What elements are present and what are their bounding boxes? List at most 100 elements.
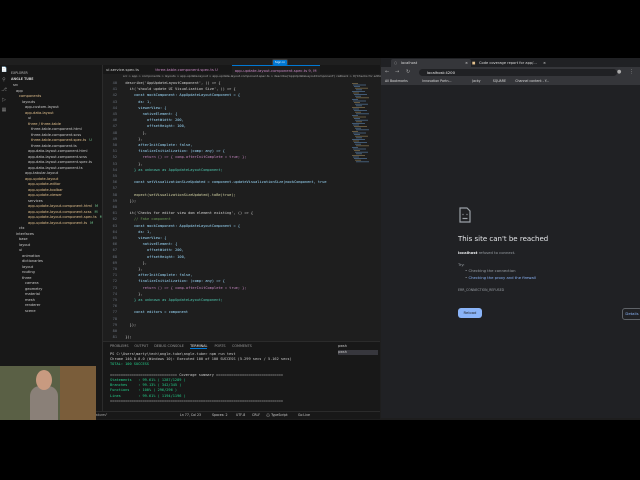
browser-tab[interactable]: ○ localhost × xyxy=(391,59,471,67)
panel-tab-terminal[interactable]: TERMINAL xyxy=(190,344,208,349)
code-line: offsetHeight: 100, xyxy=(121,254,186,259)
forward-arrow-icon[interactable]: → xyxy=(395,69,399,75)
line-number: 65 xyxy=(112,236,117,240)
minimap-line xyxy=(354,134,360,135)
line-number: 73 xyxy=(112,285,117,290)
code-line: viewerView: { xyxy=(121,105,167,110)
status-item[interactable]: {} TypeScript xyxy=(266,412,288,419)
status-item[interactable]: Ln 77, Col 23 xyxy=(180,412,201,419)
line-number: 64 xyxy=(112,229,117,234)
bookmark-item[interactable]: Jacky xyxy=(472,77,480,85)
reload-button[interactable]: Reload xyxy=(458,308,482,318)
code-editor[interactable]: 40 describe('AppUpdateLayoutComponent', … xyxy=(103,79,380,339)
editor-tab[interactable]: three-table.component.spec.ts U xyxy=(152,65,220,74)
line-number: 69 xyxy=(112,260,117,265)
tree-item-label: three-table.component.scss xyxy=(31,132,82,137)
webcam-shelf xyxy=(60,366,96,420)
workspace-header[interactable]: ANGLE TUBE xyxy=(11,77,33,83)
terminal-line: Functions : 100% ( 296/296 ) xyxy=(110,388,178,393)
minimap-line xyxy=(354,118,360,119)
sign-in-label: Sign in xyxy=(274,60,286,64)
code-line: return () => { comp.afterInitComplete = … xyxy=(121,285,247,290)
minimap-line xyxy=(354,102,360,103)
line-number: 81 xyxy=(112,335,117,339)
status-item[interactable]: Spaces: 2 xyxy=(212,412,228,419)
editor-tab-label: ui.service.spec.ts xyxy=(106,67,139,72)
browser-tab-strip: ○ localhost × ■ Code coverage report for app… xyxy=(381,58,640,67)
minimap-line xyxy=(355,151,368,153)
minimap-line xyxy=(352,123,365,124)
code-line: } as unknown as AppUpdateLayoutComponent… xyxy=(121,298,223,302)
details-button[interactable]: Details xyxy=(622,308,640,320)
webcam-person-head xyxy=(36,370,52,390)
line-number: 53 xyxy=(112,161,117,166)
minimap[interactable] xyxy=(350,79,378,334)
tree-item-label: app-update-layout.component.scss xyxy=(28,209,92,214)
minimap-line xyxy=(352,91,365,92)
code-line: expect(setVisualizationSizeUpdated).toBe… xyxy=(121,192,236,197)
tree-item-label: material xyxy=(25,292,40,296)
tree-item-label: dictionaries xyxy=(22,259,43,263)
tree-item-label: layout xyxy=(19,242,31,247)
bookmark-item[interactable]: All Bookmarks xyxy=(385,77,408,85)
minimap-line xyxy=(353,84,366,86)
status-item[interactable]: Go Live xyxy=(298,412,310,419)
terminal-list-item[interactable]: pwsh xyxy=(338,344,378,349)
tree-item[interactable]: scene xyxy=(25,309,36,315)
line-number: 72 xyxy=(112,279,117,284)
bookmark-item[interactable]: Channel content - Y... xyxy=(515,77,549,85)
tree-item[interactable]: app-update-layout.component.ts M xyxy=(28,221,93,227)
panel-tab-output[interactable]: OUTPUT xyxy=(134,344,148,348)
panel-tab-problems[interactable]: PROBLEMS xyxy=(110,344,129,348)
line-number: 61 xyxy=(112,211,117,216)
menu-icon[interactable]: ⋮ xyxy=(629,69,634,75)
explorer-icon[interactable]: 📄 xyxy=(1,67,7,73)
minimap-line xyxy=(353,132,366,134)
terminal-list-item[interactable]: pwsh xyxy=(338,350,378,355)
minimap-line xyxy=(355,135,368,137)
tree-item-label: interfaces xyxy=(16,231,34,236)
minimap-line xyxy=(352,99,358,100)
tree-item-label: three xyxy=(22,275,32,280)
browser-tab[interactable]: ■ Code coverage report for app/... × xyxy=(469,59,549,67)
minimap-line xyxy=(355,111,361,113)
line-number: 44 xyxy=(112,105,117,110)
tab-close-icon[interactable]: × xyxy=(465,59,468,67)
minimap-line xyxy=(356,137,362,139)
tab-close-icon[interactable]: × xyxy=(543,59,546,67)
status-item[interactable]: CRLF xyxy=(252,412,260,419)
code-line: const mockComponent: AppUpdateLayoutComp… xyxy=(121,93,240,98)
tree-item-badge: U xyxy=(89,138,92,142)
panel-tab-ports[interactable]: PORTS xyxy=(215,344,226,348)
search-icon[interactable]: ⚲ xyxy=(1,77,7,83)
code-line: it('Checks for editor view dom element e… xyxy=(121,211,253,216)
bookmark-item[interactable]: Innovation Partn... xyxy=(422,77,451,85)
panel-tab-comments[interactable]: COMMENTS xyxy=(232,344,252,348)
try-label: Try: xyxy=(458,262,465,267)
browser-tab-label: localhost xyxy=(401,61,418,65)
line-number: 50 xyxy=(112,143,117,147)
run-debug-icon[interactable]: ▷ xyxy=(1,97,7,103)
code-line: }); xyxy=(121,322,137,327)
minimap-line xyxy=(354,110,367,111)
editor-tab[interactable]: ui.service.spec.ts xyxy=(103,65,142,74)
extensions-icon[interactable]: ▦ xyxy=(1,107,7,113)
bookmark-item[interactable]: SQUARE xyxy=(493,77,506,85)
profile-icon[interactable]: ● xyxy=(617,69,621,75)
address-bar[interactable]: localhost:4200 xyxy=(419,69,617,76)
status-item[interactable]: UTF-8 xyxy=(236,412,245,419)
tree-item-label: ui xyxy=(19,248,23,252)
source-control-icon[interactable]: ⎇ xyxy=(1,87,7,93)
tree-item-label: app xyxy=(16,88,23,93)
minimap-line xyxy=(354,158,367,159)
editor-tab-label: app-update-layout.component.spec.ts 9, M xyxy=(234,68,317,73)
suggestion-proxy-link[interactable]: • Checking the proxy and the firewall xyxy=(465,275,536,280)
tree-item-badge: M xyxy=(95,204,99,208)
panel-tab-debug-console[interactable]: DEBUG CONSOLE xyxy=(154,344,184,348)
back-arrow-icon[interactable]: ← xyxy=(385,69,389,75)
code-line: nativeElement: { xyxy=(121,112,178,116)
line-number: 40 xyxy=(112,81,117,85)
reload-icon[interactable]: ↻ xyxy=(406,69,410,75)
minimap-line xyxy=(354,94,367,95)
code-line: }, xyxy=(121,136,143,141)
